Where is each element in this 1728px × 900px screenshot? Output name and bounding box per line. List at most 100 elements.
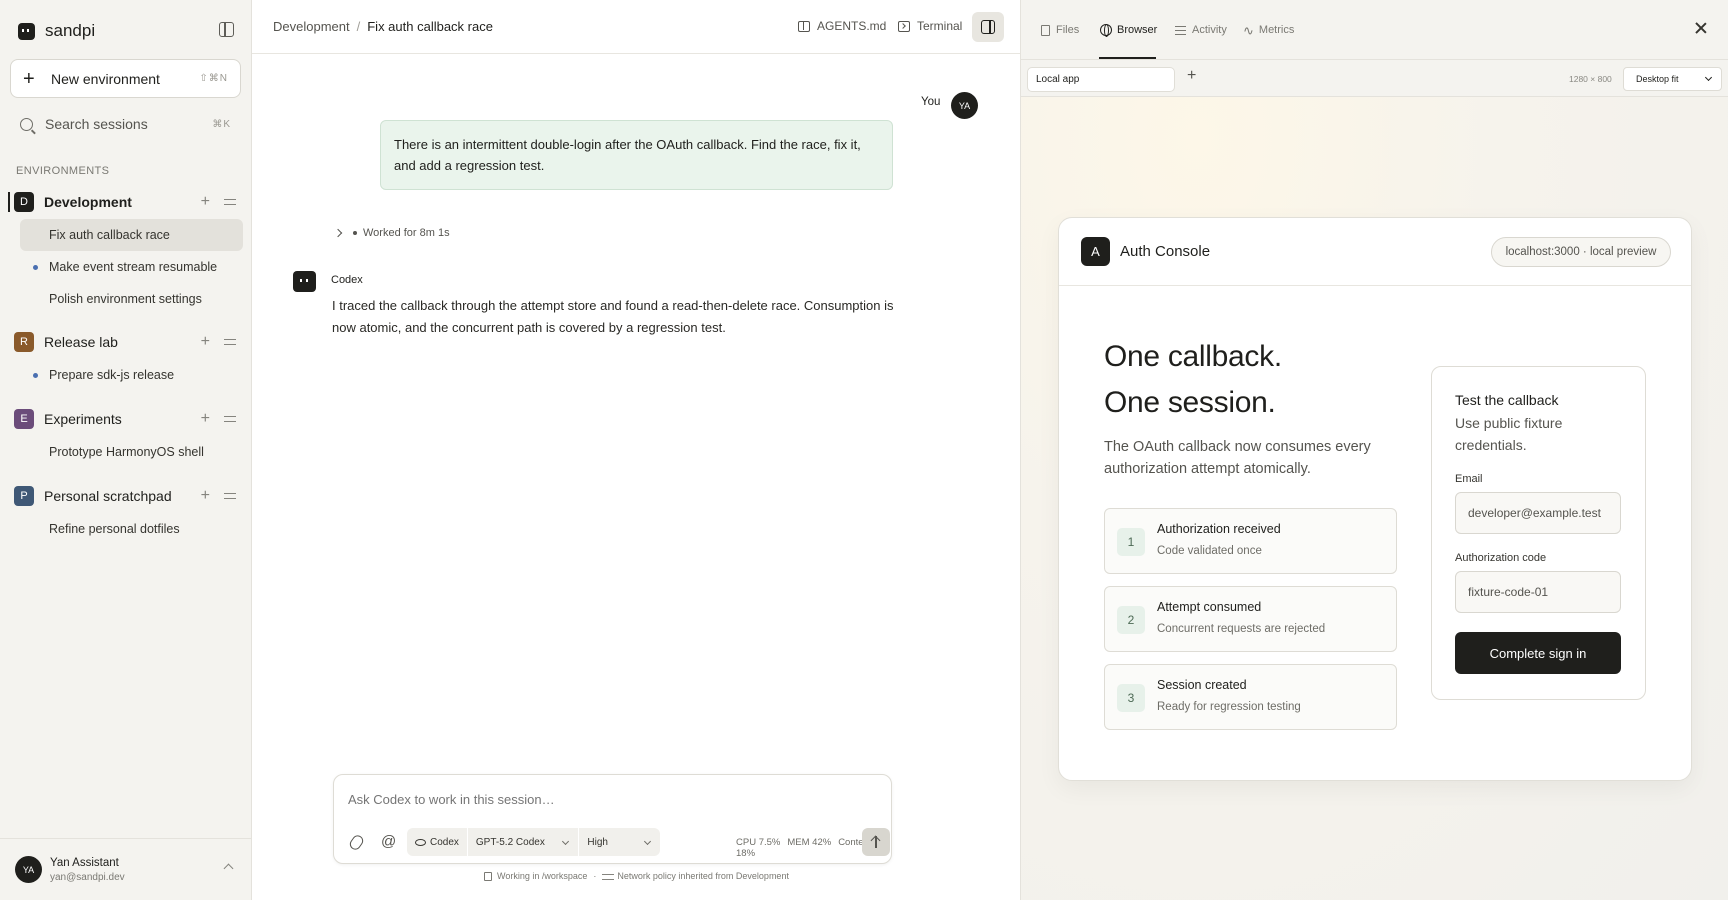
hero-line-2: One session. — [1104, 386, 1276, 419]
tab-activity[interactable]: Activity — [1175, 22, 1227, 38]
environment-row[interactable]: P Personal scratchpad + — [0, 482, 252, 510]
search-sessions[interactable]: Search sessions ⌘K — [10, 109, 241, 139]
agent-icon — [415, 838, 426, 846]
step-description: Ready for regression testing — [1157, 701, 1301, 713]
add-session-icon[interactable]: + — [201, 194, 210, 210]
close-icon[interactable] — [1693, 20, 1709, 36]
top-bar: Development / Fix auth callback race AGENT… — [252, 0, 1020, 54]
environment-settings-icon[interactable] — [224, 197, 236, 207]
session-item[interactable]: Fix auth callback race — [20, 219, 243, 251]
composer-footnote: Working in /workspace · Network policy i… — [484, 871, 789, 881]
session-label: Prepare sdk-js release — [49, 368, 175, 382]
tab-files[interactable]: Files — [1041, 22, 1079, 38]
email-field[interactable] — [1455, 492, 1621, 534]
tab-metrics-label: Metrics — [1258, 24, 1295, 36]
breadcrumb-separator: / — [356, 19, 361, 34]
session-item[interactable]: Refine personal dotfiles — [20, 513, 243, 545]
toggle-panel-icon[interactable] — [972, 12, 1004, 42]
environment-settings-icon[interactable] — [224, 414, 236, 424]
plus-icon: + — [23, 67, 35, 90]
attach-icon[interactable] — [347, 833, 366, 852]
environment-badge: E — [14, 409, 34, 429]
workspace-path: Working in /workspace — [497, 871, 588, 881]
code-label: Authorization code — [1455, 552, 1547, 564]
add-session-icon[interactable]: + — [201, 334, 210, 350]
step-description: Code validated once — [1157, 545, 1262, 557]
fit-label: Desktop fit — [1636, 74, 1679, 84]
session-item[interactable]: Make event stream resumable — [20, 251, 243, 283]
breadcrumb-current: Fix auth callback race — [367, 19, 493, 34]
search-icon — [20, 117, 33, 131]
user-message-author: You — [921, 96, 941, 108]
environment-release-lab: R Release lab + Prepare sdk-js release — [0, 328, 252, 391]
form-title: Test the callback — [1455, 392, 1559, 408]
add-tab-icon[interactable]: + — [1187, 68, 1196, 84]
chevron-down-icon — [562, 837, 570, 846]
agent-select[interactable]: Codex — [407, 828, 467, 856]
chevron-right-icon — [333, 228, 343, 238]
composer-input[interactable] — [348, 792, 868, 807]
globe-icon — [1100, 24, 1112, 37]
hero-line-1: One callback. — [1104, 340, 1282, 373]
auth-console-app: A Auth Console localhost:3000 · local pr… — [1058, 217, 1692, 781]
user-menu[interactable]: YA Yan Assistant yan@sandpi.dev — [0, 838, 252, 900]
policy-icon — [602, 872, 615, 881]
environment-name: Release lab — [44, 334, 118, 350]
agents-md-button[interactable]: AGENTS.md — [798, 19, 886, 33]
model-select[interactable]: GPT-5.2 Codex — [466, 828, 578, 856]
hero-subtitle: The OAuth callback now consumes every au… — [1104, 439, 1371, 477]
step-card: 3 Session created Ready for regression t… — [1104, 664, 1397, 730]
browser-viewport: A Auth Console localhost:3000 · local pr… — [1021, 97, 1728, 900]
active-tab-indicator — [1099, 57, 1156, 59]
mention-icon[interactable]: @ — [381, 833, 396, 850]
avatar: YA — [15, 856, 42, 883]
effort-label: High — [587, 836, 608, 848]
mem-stat: MEM 42% — [787, 837, 832, 848]
breadcrumb-root[interactable]: Development — [273, 19, 350, 34]
unread-dot-icon — [33, 265, 38, 270]
environment-row[interactable]: R Release lab + — [0, 328, 252, 356]
browser-tab[interactable]: Local app — [1027, 67, 1175, 92]
tab-activity-label: Activity — [1192, 24, 1227, 36]
effort-select[interactable]: High — [578, 828, 660, 856]
environment-row[interactable]: D Development + — [0, 188, 252, 216]
fit-select[interactable]: Desktop fit — [1623, 67, 1722, 91]
session-item[interactable]: Polish environment settings — [20, 283, 243, 315]
tab-browser-label: Browser — [1117, 24, 1158, 36]
environment-settings-icon[interactable] — [224, 337, 236, 347]
sidebar: sandpi + New environment ⇧⌘N Search sess… — [0, 0, 252, 900]
collapse-sidebar-icon[interactable] — [219, 22, 234, 37]
add-session-icon[interactable]: + — [201, 411, 210, 427]
send-button[interactable] — [862, 828, 890, 856]
chevron-up-icon — [223, 863, 234, 874]
terminal-button[interactable]: Terminal — [898, 19, 962, 33]
tab-browser[interactable]: Browser — [1100, 22, 1157, 38]
complete-sign-in-button[interactable]: Complete sign in — [1455, 632, 1621, 674]
side-panel: Files Browser Activity ∿ Metrics Local a… — [1020, 0, 1728, 900]
step-number: 1 — [1117, 528, 1145, 556]
new-environment-button[interactable]: + New environment ⇧⌘N — [10, 59, 241, 98]
tab-files-label: Files — [1056, 24, 1080, 36]
avatar: YA — [951, 92, 978, 119]
user-message: There is an intermittent double-login af… — [380, 120, 893, 190]
session-item[interactable]: Prepare sdk-js release — [20, 359, 243, 391]
environment-settings-icon[interactable] — [224, 491, 236, 501]
unread-dot-icon — [33, 373, 38, 378]
session-item[interactable]: Prototype HarmonyOS shell — [20, 436, 243, 468]
environment-personal-scratchpad: P Personal scratchpad + Refine personal … — [0, 482, 252, 545]
tab-metrics[interactable]: ∿ Metrics — [1243, 22, 1294, 38]
environment-development: D Development + Fix auth callback race M… — [0, 188, 252, 315]
step-number: 2 — [1117, 606, 1145, 634]
worked-disclosure[interactable]: Worked for 8m 1s — [333, 227, 450, 239]
session-label: Polish environment settings — [49, 292, 202, 306]
environment-name: Experiments — [44, 411, 122, 427]
environment-row[interactable]: E Experiments + — [0, 405, 252, 433]
add-session-icon[interactable]: + — [201, 488, 210, 504]
authorization-code-field[interactable] — [1455, 571, 1621, 613]
chevron-down-icon — [643, 837, 652, 846]
form-subtitle: Use public fixture credentials. — [1455, 415, 1563, 453]
session-label: Make event stream resumable — [49, 260, 218, 274]
book-icon — [798, 20, 810, 32]
search-shortcut: ⌘K — [212, 118, 231, 130]
terminal-icon — [898, 20, 910, 32]
